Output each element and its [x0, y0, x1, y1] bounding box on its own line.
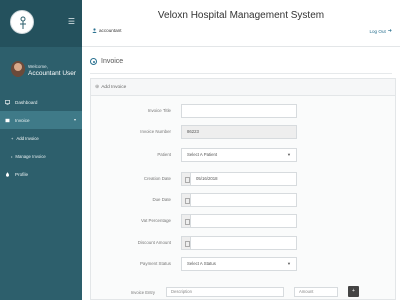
- avatar: [11, 61, 25, 77]
- sidebar-subitem-manage-invoice[interactable]: • Manage Invoice: [0, 147, 82, 165]
- payment-status-value: Select A Status: [187, 261, 216, 266]
- sidebar-item-invoice[interactable]: Invoice ▾: [0, 111, 82, 129]
- sidebar-item-dashboard[interactable]: Dashboard: [0, 93, 82, 111]
- logout-label: Log Out: [369, 28, 386, 34]
- field-label: Payment Status: [140, 261, 171, 266]
- circle-dot-icon: [90, 58, 97, 65]
- profile-icon: [5, 171, 10, 177]
- sidebar-item-label: Dashboard: [15, 99, 38, 105]
- form-row-discount: Discount Amount: [91, 236, 397, 250]
- account-label: accountant: [99, 28, 122, 33]
- entry-amount-input[interactable]: Amount: [294, 287, 338, 297]
- plus-icon: +: [11, 135, 14, 141]
- hospital-logo[interactable]: [10, 10, 34, 34]
- panel-title: Add Invoice: [101, 84, 127, 90]
- sidebar-brand: ☰: [0, 0, 82, 47]
- app-title: Veloxn Hospital Management System: [157, 10, 325, 21]
- form-row-due-date: Due Date: [91, 193, 397, 207]
- bullet-icon: •: [11, 153, 13, 159]
- sidebar-subitem-label: Manage Invoice: [15, 153, 46, 159]
- invoice-title-input[interactable]: [181, 104, 297, 118]
- form-row-creation-date: Creation Date 05/16/2018: [91, 172, 397, 186]
- patient-select-value: Select A Patient: [187, 152, 218, 157]
- monitor-icon: [5, 99, 11, 105]
- top-header: Veloxn Hospital Management System accoun…: [82, 0, 400, 47]
- sidebar: ☰ Welcome, Accountant User Dashboard Inv…: [0, 0, 82, 300]
- vat-percentage-input[interactable]: [190, 214, 297, 228]
- page-heading: Invoice: [90, 58, 123, 65]
- sign-out-icon: ➜: [387, 28, 392, 34]
- payment-status-select[interactable]: Select A Status ▼: [181, 257, 297, 271]
- chevron-down-icon: ▼: [287, 152, 291, 157]
- form-row-patient: Patient Select A Patient ▼: [91, 148, 397, 162]
- field-label: Discount Amount: [137, 240, 171, 245]
- field-label: Due Date: [152, 197, 171, 202]
- invoice-number-field: 86223: [181, 125, 297, 139]
- sidebar-item-profile[interactable]: Profile: [0, 165, 82, 183]
- field-label: Patient: [157, 152, 171, 157]
- divider: [90, 73, 392, 74]
- page-title: Invoice: [101, 58, 124, 65]
- field-label: Creation Date: [143, 176, 171, 181]
- sidebar-item-label: Profile: [15, 171, 29, 177]
- logout-link[interactable]: Log Out ➜: [369, 28, 392, 34]
- sidebar-nav: Dashboard Invoice ▾ + Add Invoice • Mana…: [0, 93, 82, 183]
- circle-plus-icon: ⊕: [95, 84, 100, 90]
- creation-date-input[interactable]: 05/16/2018: [190, 172, 297, 186]
- entry-description-input[interactable]: Description: [166, 287, 284, 297]
- user-panel: Welcome, Accountant User: [0, 56, 82, 84]
- add-entry-button[interactable]: +: [348, 286, 359, 297]
- user-icon: [92, 28, 97, 33]
- due-date-input[interactable]: [190, 193, 297, 207]
- invoice-entry-label: Invoice Entry: [130, 290, 155, 295]
- add-invoice-panel: ⊕ Add Invoice Invoice Title Invoice Numb…: [90, 78, 396, 300]
- form-row-vat: Vat Percentage: [91, 214, 397, 228]
- menu-toggle-icon[interactable]: ☰: [68, 18, 75, 26]
- invoice-entry-row: Invoice Entry Description Amount +: [82, 286, 388, 300]
- form-row-invoice-number: Invoice Number 86223: [91, 125, 397, 139]
- form-row-invoice-title: Invoice Title: [91, 104, 397, 118]
- main-content: Invoice ⊕ Add Invoice Invoice Title Invo…: [82, 48, 400, 300]
- welcome-text: Welcome,: [28, 64, 48, 69]
- form-row-payment-status: Payment Status Select A Status ▼: [91, 257, 397, 271]
- sidebar-item-label: Invoice: [15, 117, 30, 123]
- field-label: Vat Percentage: [141, 218, 171, 223]
- chevron-down-icon: ▾: [73, 117, 76, 122]
- panel-header: ⊕ Add Invoice: [91, 79, 395, 96]
- field-label: Invoice Number: [140, 129, 171, 134]
- invoice-icon: [5, 118, 10, 123]
- field-label: Invoice Title: [147, 108, 171, 113]
- chevron-down-icon: ▼: [287, 261, 291, 266]
- discount-amount-input[interactable]: [190, 236, 297, 250]
- account-link[interactable]: accountant: [92, 28, 121, 33]
- patient-select[interactable]: Select A Patient ▼: [181, 148, 297, 162]
- logo-icon: [20, 16, 26, 29]
- sidebar-subitem-label: Add Invoice: [16, 135, 39, 141]
- sidebar-subitem-add-invoice[interactable]: + Add Invoice: [0, 129, 82, 147]
- user-name: Accountant User: [28, 70, 77, 77]
